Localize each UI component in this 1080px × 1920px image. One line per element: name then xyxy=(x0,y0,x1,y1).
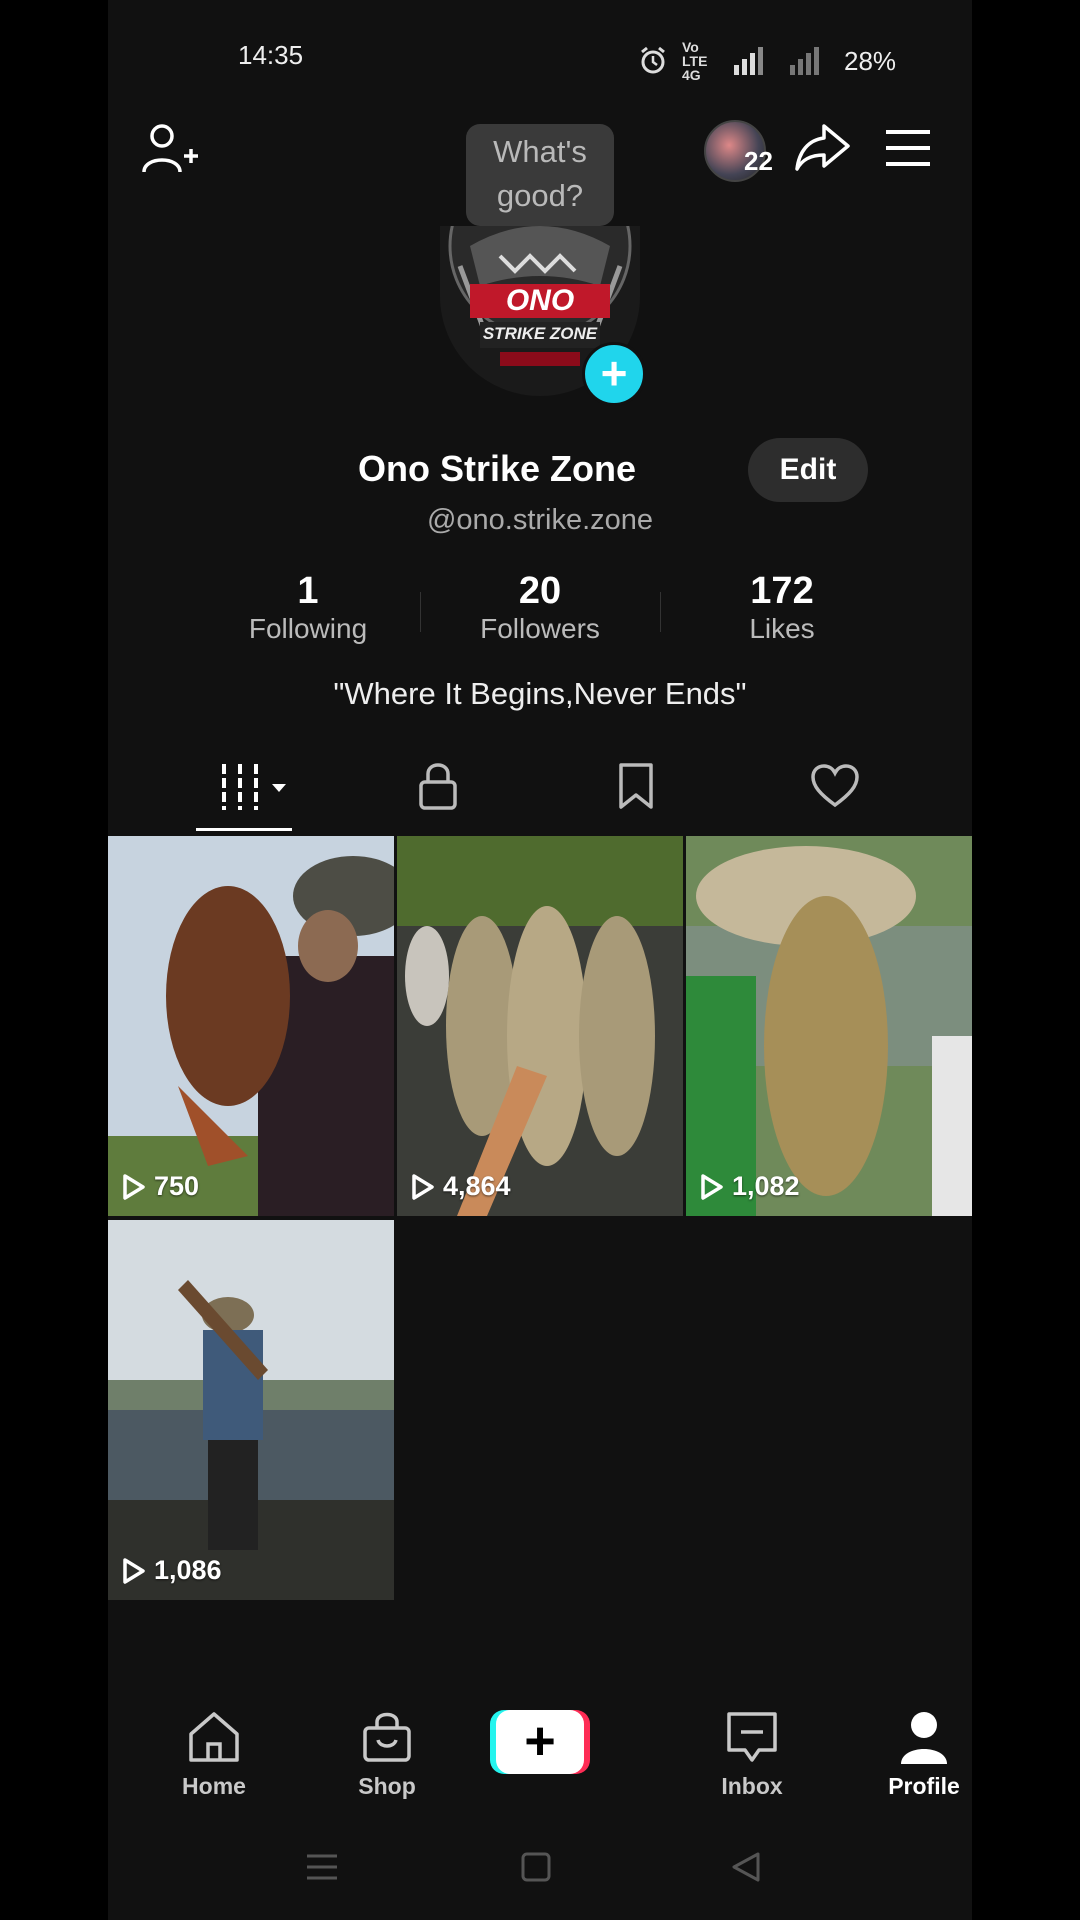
following-label: Following xyxy=(248,613,368,644)
home-icon xyxy=(189,1712,239,1762)
profile-screen: 14:35 Vo LTE 4G 28% What's good? 22 ONO … xyxy=(108,0,972,1920)
avatar-logo-subtext: STRIKE ZONE xyxy=(482,324,598,343)
profile-icon xyxy=(901,1712,947,1764)
view-count-text: 1,086 xyxy=(154,1555,222,1585)
grid-icon xyxy=(222,764,286,810)
status-note-bubble[interactable]: What's good? xyxy=(466,124,614,226)
nav-shop-label: Shop xyxy=(358,1773,416,1799)
back-icon[interactable] xyxy=(730,1852,762,1882)
view-count-text: 1,082 xyxy=(732,1171,800,1201)
create-button[interactable]: + xyxy=(490,1710,590,1774)
play-icon xyxy=(412,1173,434,1200)
video-image xyxy=(108,836,394,1216)
avatar-logo-text: ONO xyxy=(505,284,575,317)
recent-apps-icon[interactable] xyxy=(304,1852,340,1882)
profile-name: Ono Strike Zone xyxy=(358,448,637,489)
tab-videos[interactable] xyxy=(220,764,290,815)
view-count: 1,086 xyxy=(122,1555,222,1586)
system-home-icon[interactable] xyxy=(520,1852,552,1882)
stat-divider xyxy=(420,592,421,632)
stat-divider xyxy=(660,592,661,632)
add-friend-icon[interactable] xyxy=(142,122,200,176)
video-thumbnail[interactable]: 1,086 xyxy=(108,1220,394,1600)
bookmark-icon[interactable] xyxy=(618,762,654,810)
nav-inbox[interactable]: Inbox xyxy=(682,1710,822,1800)
profile-handle: @ono.strike.zone xyxy=(426,504,654,536)
status-icons: Vo LTE 4G 28% xyxy=(638,40,896,82)
stat-following[interactable]: 1 Following xyxy=(228,570,388,645)
likes-label: Likes xyxy=(749,613,815,644)
friends-count: 22 xyxy=(744,146,773,176)
followers-label: Followers xyxy=(480,613,600,644)
plus-icon: + xyxy=(496,1710,584,1774)
view-count-text: 750 xyxy=(154,1171,200,1201)
signal-2-icon xyxy=(790,47,819,75)
signal-icon xyxy=(734,47,763,75)
following-count: 1 xyxy=(297,570,319,612)
video-thumbnail[interactable]: 750 xyxy=(108,836,394,1216)
alarm-icon xyxy=(641,46,665,74)
edit-profile-button[interactable]: Edit xyxy=(748,438,868,502)
network-label: Vo LTE 4G xyxy=(682,39,708,83)
stat-followers[interactable]: 20 Followers xyxy=(460,570,620,645)
video-image xyxy=(397,836,683,1216)
likes-count: 172 xyxy=(750,570,814,612)
nav-home-label: Home xyxy=(182,1773,246,1799)
share-icon[interactable] xyxy=(794,122,852,172)
play-icon xyxy=(701,1173,723,1200)
menu-icon[interactable] xyxy=(884,128,932,168)
play-icon xyxy=(123,1557,145,1584)
video-image xyxy=(108,1220,394,1600)
video-thumbnail[interactable]: 4,864 xyxy=(397,836,683,1216)
view-count: 1,082 xyxy=(700,1171,800,1202)
heart-icon[interactable] xyxy=(810,764,860,808)
video-thumbnail[interactable]: 1,082 xyxy=(686,836,972,1216)
followers-count: 20 xyxy=(518,570,562,612)
view-count: 4,864 xyxy=(411,1171,511,1202)
nav-home[interactable]: Home xyxy=(144,1710,284,1800)
nav-inbox-label: Inbox xyxy=(721,1773,783,1799)
nav-profile-label: Profile xyxy=(888,1773,960,1799)
view-count: 750 xyxy=(122,1171,199,1202)
inbox-icon xyxy=(727,1712,777,1762)
lock-icon[interactable] xyxy=(418,762,458,810)
video-image xyxy=(686,836,972,1216)
view-count-text: 4,864 xyxy=(443,1171,511,1201)
nav-profile[interactable]: Profile xyxy=(854,1710,972,1800)
profile-bio: "Where It Begins,Never Ends" xyxy=(333,676,747,711)
stat-likes[interactable]: 172 Likes xyxy=(702,570,862,645)
add-story-button[interactable]: + xyxy=(582,342,646,406)
status-time: 14:35 xyxy=(238,40,304,70)
active-tab-indicator xyxy=(196,828,292,831)
play-icon xyxy=(123,1173,145,1200)
shop-bag-icon xyxy=(363,1712,411,1762)
nav-shop[interactable]: Shop xyxy=(317,1710,457,1800)
battery-level: 28% xyxy=(844,45,897,76)
